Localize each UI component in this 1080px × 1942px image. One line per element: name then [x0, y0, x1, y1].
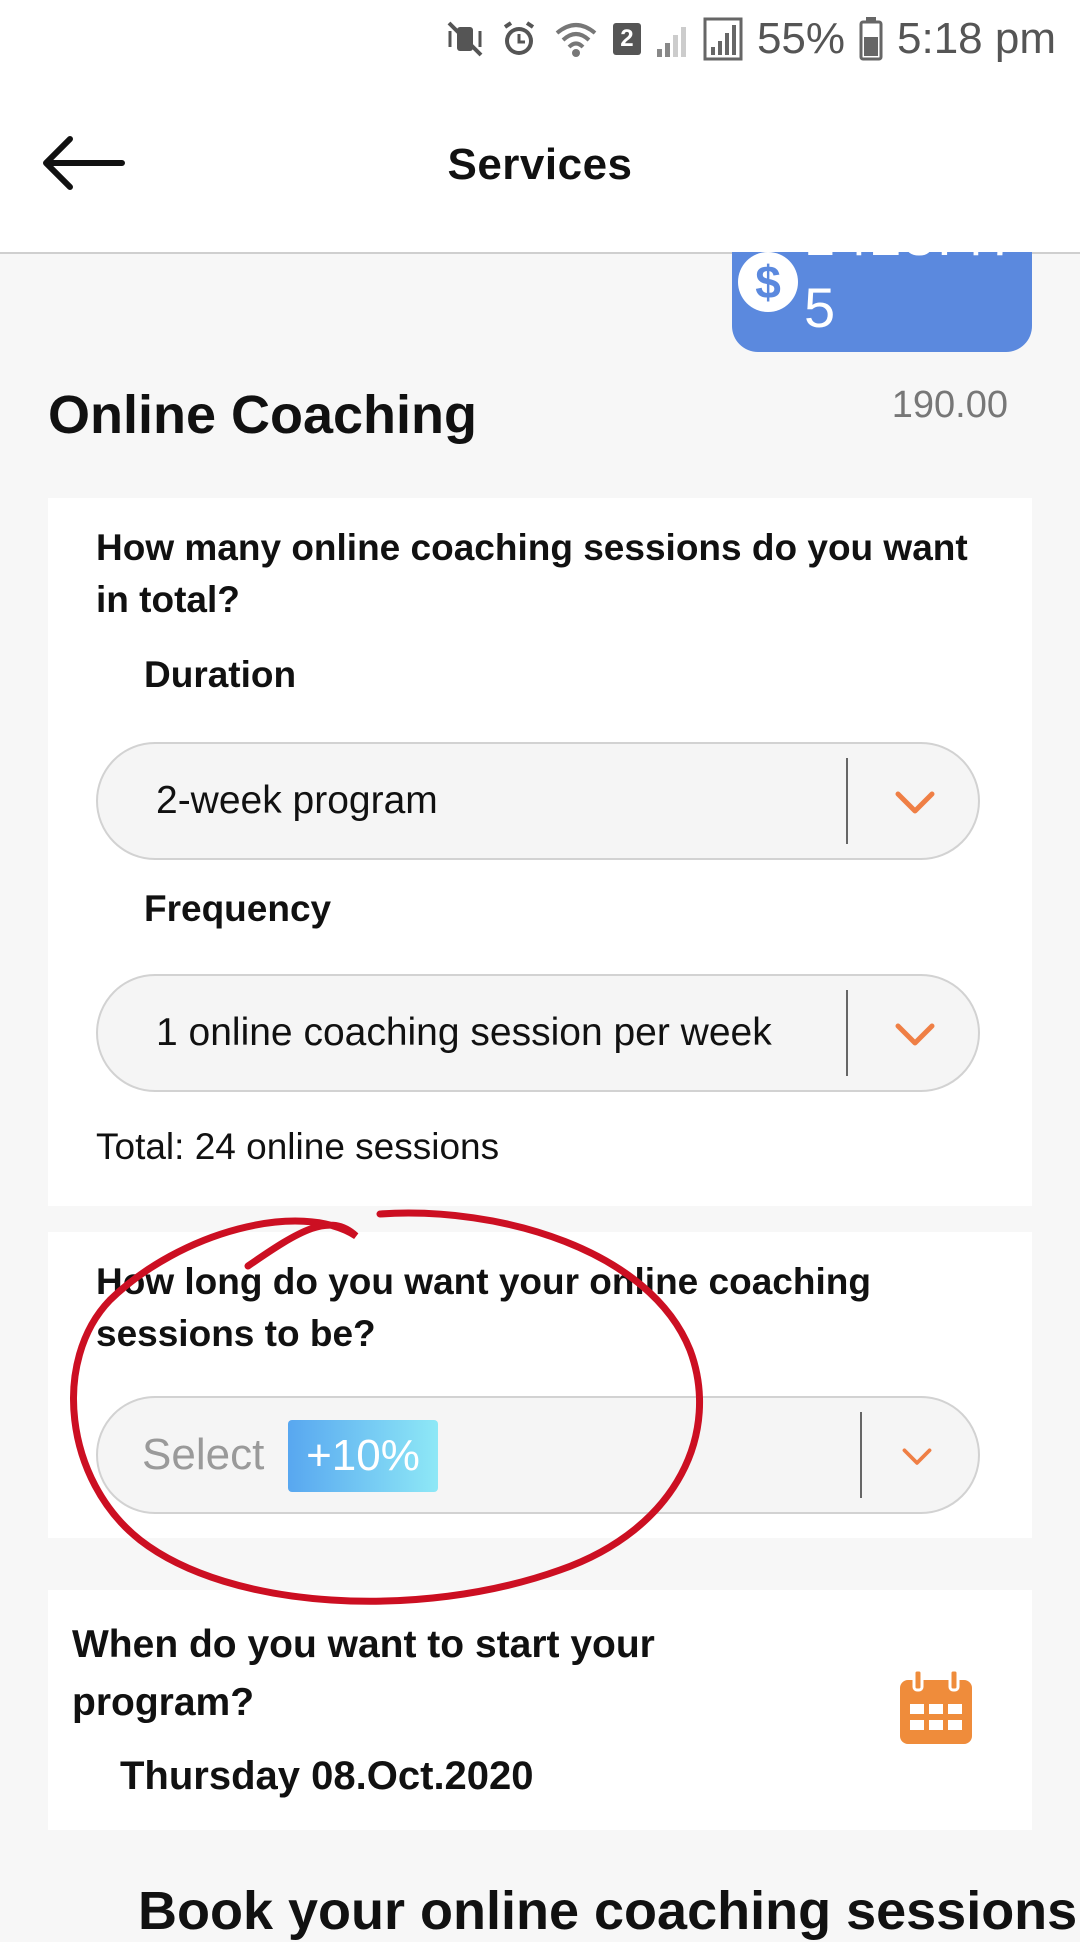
session-length-question: How long do you want your online coachin…	[96, 1261, 871, 1354]
status-time: 5:18 pm	[897, 14, 1056, 63]
chevron-down-icon	[902, 1448, 932, 1465]
service-title: Online Coaching	[48, 385, 478, 445]
dollar-coin-icon: $	[738, 252, 798, 312]
frequency-label: Frequency	[144, 888, 332, 929]
dropdown-divider	[846, 758, 848, 844]
wallet-balance-badge[interactable]: $ 1423.475	[732, 252, 1032, 352]
dropdown-divider	[846, 990, 848, 1076]
calendar-icon	[900, 1668, 972, 1744]
sessions-card: How many online coaching sessions do you…	[48, 498, 1032, 1206]
signal-icon	[703, 17, 743, 61]
duration-value: 2-week program	[156, 779, 438, 822]
frequency-value: 1 online coaching session per week	[156, 1011, 772, 1054]
wallet-amount: 1423.475	[804, 252, 1018, 339]
alarm-icon	[499, 19, 539, 59]
session-length-card: How long do you want your online coachin…	[48, 1232, 1032, 1538]
wifi-icon	[553, 19, 599, 59]
status-bar: 2 55% 5:18 pm	[0, 0, 1080, 78]
sessions-question: How many online coaching sessions do you…	[96, 527, 968, 620]
total-sessions-text: Total: 24 online sessions	[96, 1126, 500, 1167]
signal-weak-icon	[655, 19, 689, 59]
session-length-dropdown[interactable]: Select +10%	[96, 1396, 980, 1514]
dropdown-divider	[860, 1412, 862, 1498]
surcharge-badge: +10%	[288, 1420, 438, 1492]
start-date-card: When do you want to start your program? …	[48, 1590, 1032, 1830]
start-date-value[interactable]: Thursday 08.Oct.2020	[120, 1754, 534, 1799]
app-bar: Services	[0, 78, 1080, 254]
notification-count-badge: 2	[612, 23, 641, 55]
start-date-question: When do you want to start your program?	[72, 1623, 655, 1724]
calendar-button[interactable]	[896, 1668, 976, 1748]
battery-icon	[859, 17, 883, 61]
battery-percent: 55%	[756, 14, 846, 63]
chevron-down-icon	[895, 791, 935, 814]
mute-vibrate-icon	[445, 19, 485, 59]
duration-dropdown[interactable]: 2-week program	[96, 742, 980, 860]
frequency-dropdown[interactable]: 1 online coaching session per week	[96, 974, 980, 1092]
book-sessions-heading: Book your online coaching sessions	[138, 1881, 1078, 1941]
session-length-placeholder: Select	[142, 1430, 265, 1479]
chevron-down-icon	[895, 1023, 935, 1046]
duration-label: Duration	[144, 654, 297, 695]
page-title: Services	[447, 140, 633, 189]
service-price: 190.00	[891, 384, 1008, 426]
